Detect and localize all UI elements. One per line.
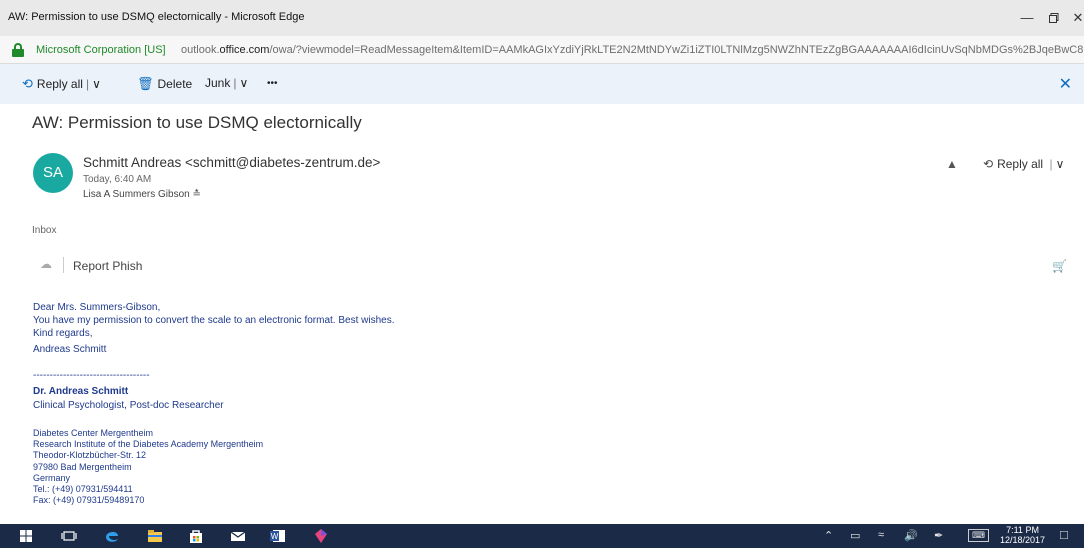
reply-all-label: Reply all [997, 157, 1044, 171]
window-title: AW: Permission to use DSMQ electornicall… [8, 11, 305, 23]
clock-time: 7:11 PM [1006, 525, 1039, 535]
battery-icon[interactable]: ▭ [850, 529, 860, 542]
word-app-icon[interactable]: W [270, 528, 286, 544]
reply-all-label: Reply all [36, 77, 83, 91]
clock-date: 12/18/2017 [1000, 535, 1046, 545]
signature-line: 97980 Bad Mergentheim [33, 461, 132, 472]
signature-block: Diabetes Center Mergentheim Research Ins… [33, 428, 263, 506]
file-explorer-icon[interactable] [147, 528, 163, 544]
chevron-up-icon[interactable]: ⌃ [824, 529, 833, 542]
store-app-icon[interactable] [188, 528, 204, 544]
junk-button[interactable]: Junk | ∨ [205, 76, 248, 90]
like-icon[interactable]: ▲ [946, 157, 958, 171]
pen-icon[interactable]: ✒ [934, 529, 943, 542]
more-actions-button[interactable]: ••• [267, 78, 278, 89]
signature-role: Clinical Psychologist, Post-doc Research… [33, 400, 224, 411]
close-window-icon[interactable]: ✕ [1068, 8, 1084, 28]
sender-name[interactable]: Schmitt Andreas <schmitt@diabetes-zentru… [83, 155, 380, 170]
signature-line: Tel.: (+49) 07931/594411 [33, 484, 133, 495]
minimize-icon[interactable]: — [1017, 8, 1037, 28]
action-center-icon[interactable]: □ [1060, 527, 1068, 542]
url-text[interactable]: outlook.office.com/owa/?viewmodel=ReadMe… [181, 44, 1084, 56]
expand-recipients-icon[interactable]: ≛ [193, 189, 201, 200]
message-date: Today, 6:40 AM [83, 174, 152, 185]
svg-text:W: W [271, 532, 279, 541]
delete-button[interactable]: 🗑 Delete [137, 76, 192, 92]
report-phish-button[interactable]: Report Phish [73, 259, 142, 273]
signature-separator: ----------------------------------- [33, 370, 150, 381]
body-line: Kind regards, [33, 328, 93, 339]
windows-start-icon[interactable] [18, 528, 34, 544]
keyboard-icon[interactable]: ⌨ [968, 529, 989, 542]
close-reading-pane-icon[interactable]: ✕ [1059, 74, 1072, 94]
reply-all-icon: ⟲ [983, 157, 994, 171]
delete-label: Delete [157, 77, 193, 91]
chevron-down-icon[interactable]: ∨ [92, 77, 101, 91]
folder-label[interactable]: Inbox [32, 225, 56, 236]
lock-icon [12, 43, 24, 57]
body-line: You have my permission to convert the sc… [33, 315, 395, 326]
signature-name: Dr. Andreas Schmitt [33, 386, 129, 397]
body-line: Andreas Schmitt [33, 344, 107, 355]
edge-browser-icon[interactable] [104, 528, 120, 544]
taskbar-clock[interactable]: 7:11 PM 12/18/2017 [1000, 525, 1045, 545]
separator: | [233, 76, 237, 90]
addin-icon[interactable]: ☁ [40, 257, 52, 271]
reply-all-button[interactable]: ⟲ Reply all | ∨ [22, 76, 101, 92]
trash-icon: 🗑 [137, 76, 154, 91]
recipient-name[interactable]: Lisa A Summers Gibson [83, 189, 190, 200]
address-bar[interactable]: Microsoft Corporation [US] outlook.offic… [0, 36, 1084, 64]
volume-icon[interactable]: 🔊 [904, 529, 918, 542]
feedback-hub-icon[interactable] [313, 528, 329, 544]
signature-line: Fax: (+49) 07931/59489170 [33, 495, 145, 506]
wifi-icon[interactable]: ≈ [878, 529, 884, 541]
title-bar: AW: Permission to use DSMQ electornicall… [0, 0, 1084, 36]
command-toolbar: ⟲ Reply all | ∨ 🗑 Delete Junk | ∨ ••• ✕ [0, 64, 1084, 104]
store-icon[interactable]: 🛒 [1052, 259, 1067, 273]
junk-label: Junk [205, 76, 231, 90]
certificate-label[interactable]: Microsoft Corporation [US] [36, 44, 166, 56]
chevron-down-icon[interactable]: ∨ [1056, 157, 1065, 171]
signature-line: Research Institute of the Diabetes Acade… [33, 439, 264, 450]
taskbar: W ⌃ ▭ ≈ 🔊 ✒ ⌨ 7:11 PM 12/18/2017 □ [0, 524, 1084, 548]
message-subject: AW: Permission to use DSMQ electornicall… [32, 113, 362, 132]
signature-line: Theodor-Klotzbücher-Str. 12 [33, 450, 147, 461]
chevron-down-icon[interactable]: ∨ [239, 76, 248, 90]
body-line: Dear Mrs. Summers-Gibson, [33, 302, 161, 313]
reply-all-header-button[interactable]: ⟲ Reply all | ∨ [983, 157, 1064, 171]
signature-line: Diabetes Center Mergentheim [33, 428, 154, 438]
mail-app-icon[interactable] [230, 528, 246, 544]
separator [63, 257, 64, 273]
task-view-icon[interactable] [61, 528, 77, 544]
recipient-line[interactable]: Lisa A Summers Gibson ≛ [83, 189, 201, 200]
signature-line: Germany [33, 472, 71, 483]
separator: | [85, 77, 90, 91]
restore-icon[interactable] [1044, 8, 1064, 28]
avatar[interactable]: SA [33, 153, 73, 193]
reply-all-icon: ⟲ [22, 76, 33, 91]
separator: | [1049, 157, 1053, 171]
